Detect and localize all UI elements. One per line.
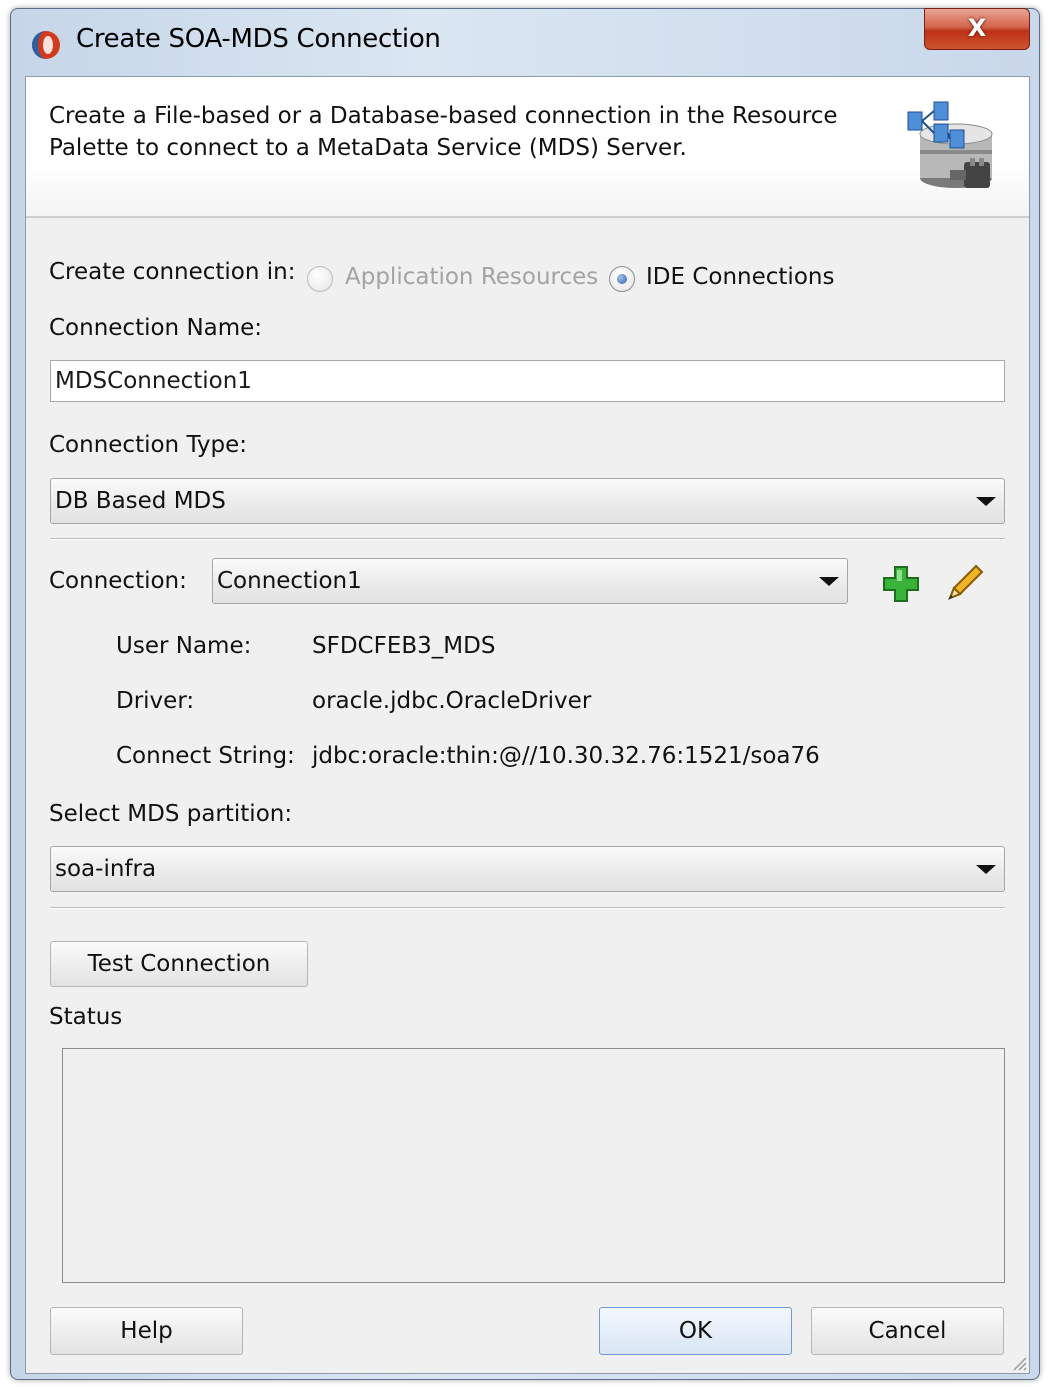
- close-icon: X: [967, 14, 987, 42]
- user-name-label: User Name:: [116, 633, 252, 659]
- plus-icon[interactable]: [881, 564, 921, 604]
- connection-type-value: DB Based MDS: [55, 488, 226, 514]
- radio-selected-dot: [617, 274, 627, 284]
- chevron-down-icon: [976, 865, 996, 874]
- close-button[interactable]: X: [924, 8, 1030, 50]
- pencil-icon[interactable]: [944, 560, 986, 604]
- partition-select[interactable]: soa-infra: [50, 846, 1005, 892]
- partition-label: Select MDS partition:: [49, 801, 293, 827]
- connection-type-select[interactable]: DB Based MDS: [50, 478, 1005, 524]
- connection-label: Connection:: [49, 568, 187, 594]
- connection-select[interactable]: Connection1: [212, 558, 848, 604]
- connection-value: Connection1: [217, 568, 362, 594]
- section-divider: [50, 907, 1005, 909]
- header-description: Create a File-based or a Database-based …: [49, 103, 838, 161]
- ide-connections-radio[interactable]: [609, 266, 635, 292]
- app-logo-icon: [32, 31, 60, 59]
- connect-string-value: jdbc:oracle:thin:@//10.30.32.76:1521/soa…: [312, 743, 820, 769]
- status-output: [62, 1048, 1005, 1283]
- user-name-value: SFDCFEB3_MDS: [312, 633, 496, 659]
- connection-name-field[interactable]: MDSConnection1: [50, 360, 1005, 402]
- application-resources-label: Application Resources: [345, 264, 599, 290]
- connection-name-label: Connection Name:: [49, 315, 263, 341]
- connect-string-label: Connect String:: [116, 743, 295, 769]
- application-resources-radio[interactable]: [307, 266, 333, 292]
- window-title: Create SOA-MDS Connection: [76, 24, 441, 54]
- ide-connections-label: IDE Connections: [646, 264, 835, 290]
- driver-label: Driver:: [116, 688, 195, 714]
- ok-button[interactable]: OK: [599, 1307, 792, 1355]
- mds-database-icon: [907, 101, 993, 188]
- status-label: Status: [49, 1004, 123, 1030]
- create-in-label: Create connection in:: [49, 259, 296, 285]
- test-connection-button[interactable]: Test Connection: [50, 941, 308, 987]
- section-divider: [50, 538, 1005, 540]
- help-button[interactable]: Help: [50, 1307, 243, 1355]
- partition-value: soa-infra: [55, 856, 157, 882]
- chevron-down-icon: [976, 497, 996, 506]
- resize-grip-icon[interactable]: [1010, 1354, 1028, 1372]
- connection-type-label: Connection Type:: [49, 432, 248, 458]
- header-divider: [26, 216, 1029, 218]
- cancel-button[interactable]: Cancel: [811, 1307, 1004, 1355]
- chevron-down-icon: [819, 577, 839, 586]
- driver-value: oracle.jdbc.OracleDriver: [312, 688, 592, 714]
